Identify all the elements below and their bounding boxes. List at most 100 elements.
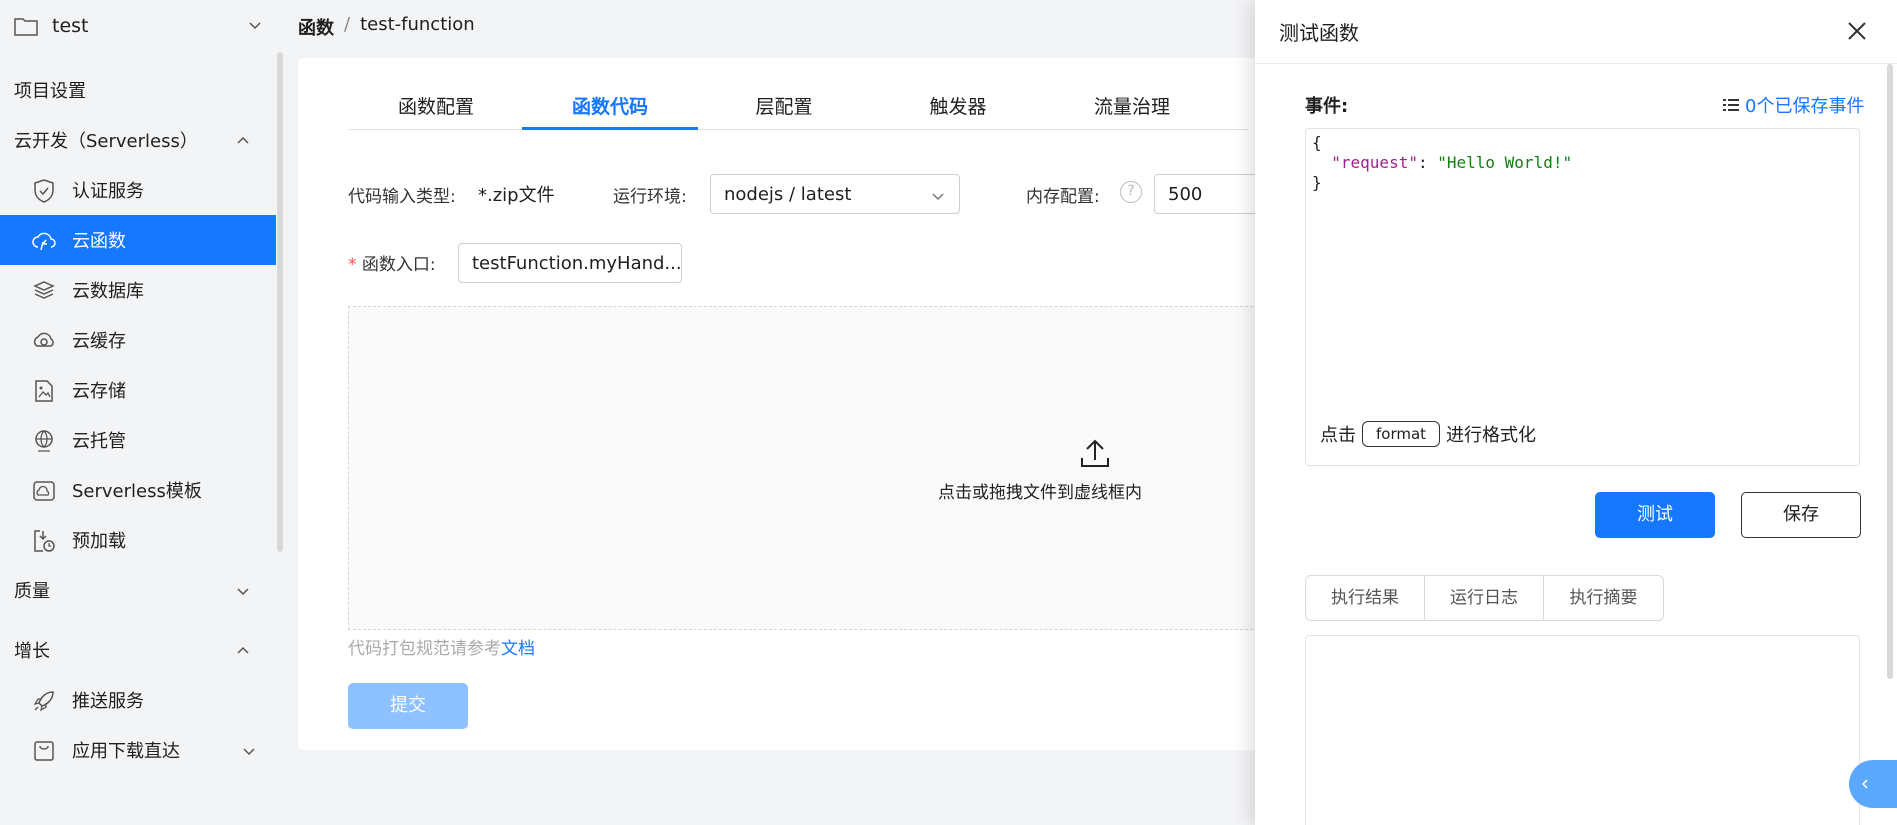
result-tabs: 执行结果 运行日志 执行摘要: [1305, 575, 1664, 621]
download-box-icon: [34, 741, 54, 761]
memory-input[interactable]: 500: [1154, 174, 1264, 214]
sidebar-item-label: 云数据库: [72, 281, 144, 302]
format-prefix: 点击: [1320, 425, 1356, 446]
drawer-scrollbar[interactable]: [1887, 64, 1893, 679]
sidebar-item-label: 云存储: [72, 381, 126, 402]
code-brace-open: {: [1312, 133, 1322, 152]
sidebar-item-label: 云开发（Serverless）: [14, 131, 198, 152]
sidebar-item-label: Serverless模板: [72, 481, 202, 502]
event-label: 事件:: [1305, 96, 1349, 117]
project-label: test: [52, 15, 89, 37]
rocket-icon: [33, 691, 54, 712]
test-function-drawer: 测试函数 事件: 0个已保存事件 { "request": "Hello Wor…: [1255, 0, 1897, 825]
tab-function-code[interactable]: 函数代码: [522, 84, 698, 130]
sidebar-item-serverless-template[interactable]: Serverless模板: [0, 465, 280, 515]
chevron-left-icon: [1861, 779, 1868, 789]
entry-input[interactable]: testFunction.myHand...: [458, 243, 682, 283]
save-button[interactable]: 保存: [1741, 492, 1861, 538]
folder-icon: [14, 18, 38, 36]
code-type-label: 代码输入类型:: [348, 187, 456, 207]
sidebar-item-label: 预加载: [72, 531, 126, 552]
result-output-box: [1305, 635, 1860, 825]
entry-label: * 函数入口:: [348, 250, 436, 275]
close-icon[interactable]: [1846, 20, 1868, 42]
code-brace-close: }: [1312, 173, 1322, 192]
sidebar-group-growth[interactable]: 增长: [0, 625, 280, 675]
event-json-editor[interactable]: { "request": "Hello World!" } 点击 format …: [1305, 128, 1860, 466]
breadcrumb: 函数 / test-function: [298, 14, 475, 40]
tab-exec-result[interactable]: 执行结果: [1306, 576, 1425, 620]
packaging-hint-text: 代码打包规范请参考: [348, 639, 501, 659]
cloud-function-icon: [32, 232, 56, 251]
sidebar-item-label: 云托管: [72, 431, 126, 452]
runtime-label: 运行环境:: [613, 187, 687, 207]
sidebar-item-label: 质量: [14, 581, 50, 602]
sidebar-group-serverless[interactable]: 云开发（Serverless）: [0, 115, 280, 165]
upload-icon: [1081, 439, 1109, 467]
chevron-down-icon: [243, 748, 255, 756]
tab-trigger[interactable]: 触发器: [870, 84, 1046, 130]
sidebar-group-quality[interactable]: 质量: [0, 565, 280, 615]
code-string: "Hello World!": [1437, 153, 1573, 172]
shield-icon: [34, 179, 54, 203]
template-icon: [33, 481, 55, 501]
chevron-up-icon: [237, 646, 249, 654]
memory-label: 内存配置:: [1026, 187, 1100, 207]
tab-run-log[interactable]: 运行日志: [1425, 576, 1544, 620]
sidebar-item-cache[interactable]: 云缓存: [0, 315, 280, 365]
collapse-drawer-button[interactable]: [1849, 760, 1897, 808]
memory-value: 500: [1168, 183, 1203, 205]
sidebar-item-label: 认证服务: [72, 181, 144, 202]
sidebar-item-auth[interactable]: 认证服务: [0, 165, 280, 215]
sidebar-item-storage[interactable]: 云存储: [0, 365, 280, 415]
sidebar-item-preload[interactable]: 预加载: [0, 515, 280, 565]
sidebar-item-app-download[interactable]: 应用下载直达: [0, 725, 280, 775]
database-icon: [33, 281, 55, 299]
sidebar-item-database[interactable]: 云数据库: [0, 265, 280, 315]
sidebar-item-label: 应用下载直达: [72, 741, 180, 762]
tab-exec-summary[interactable]: 执行摘要: [1544, 576, 1663, 620]
format-button[interactable]: format: [1362, 421, 1441, 447]
drawer-header: 测试函数: [1255, 0, 1897, 64]
sidebar-item-push[interactable]: 推送服务: [0, 675, 280, 725]
packaging-hint: 代码打包规范请参考文档: [348, 634, 535, 659]
docs-link[interactable]: 文档: [501, 639, 535, 659]
required-mark: *: [348, 255, 357, 275]
sidebar-item-label: 增长: [14, 641, 50, 662]
upload-dropzone[interactable]: [348, 306, 1268, 630]
chevron-down-icon: [932, 193, 944, 201]
test-button[interactable]: 测试: [1595, 492, 1715, 538]
chevron-down-icon: [249, 22, 261, 30]
help-icon[interactable]: ?: [1120, 181, 1142, 203]
sidebar-item-label: 云缓存: [72, 331, 126, 352]
sidebar: test 项目设置 云开发（Serverless） 认证服务 云函数 云数据库 …: [0, 0, 283, 825]
code-type-value: *.zip文件: [478, 185, 555, 206]
submit-button[interactable]: 提交: [348, 683, 468, 729]
project-selector[interactable]: test: [0, 0, 280, 52]
chevron-down-icon: [237, 588, 249, 596]
code-content: { "request": "Hello World!" }: [1312, 133, 1572, 193]
function-code-card: 函数配置 函数代码 层配置 触发器 流量治理 代码输入类型: *.zip文件 运…: [298, 58, 1268, 750]
tab-bar: 函数配置 函数代码 层配置 触发器 流量治理: [348, 84, 1248, 130]
tab-layer-config[interactable]: 层配置: [696, 84, 872, 130]
code-key: "request": [1331, 153, 1418, 172]
sidebar-item-hosting[interactable]: 云托管: [0, 415, 280, 465]
breadcrumb-separator: /: [344, 14, 351, 35]
entry-value: testFunction.myHand...: [472, 252, 682, 274]
breadcrumb-parent[interactable]: 函数: [298, 14, 334, 40]
drawer-title: 测试函数: [1279, 21, 1359, 45]
format-hint: 点击 format 进行格式化: [1320, 421, 1536, 447]
format-suffix: 进行格式化: [1446, 425, 1537, 446]
saved-events-link[interactable]: 0个已保存事件: [1723, 92, 1864, 118]
code-colon: :: [1417, 153, 1438, 172]
sidebar-item-project-settings[interactable]: 项目设置: [0, 65, 280, 115]
sidebar-item-cloud-function[interactable]: 云函数: [0, 215, 276, 265]
runtime-select[interactable]: nodejs / latest: [710, 174, 960, 214]
sidebar-item-label: 项目设置: [14, 81, 86, 102]
active-tab-indicator: [522, 127, 698, 130]
storage-icon: [35, 380, 53, 402]
tab-traffic[interactable]: 流量治理: [1044, 84, 1220, 130]
chevron-up-icon: [237, 136, 249, 144]
tab-function-config[interactable]: 函数配置: [348, 84, 524, 130]
sidebar-item-label: 云函数: [72, 231, 126, 252]
